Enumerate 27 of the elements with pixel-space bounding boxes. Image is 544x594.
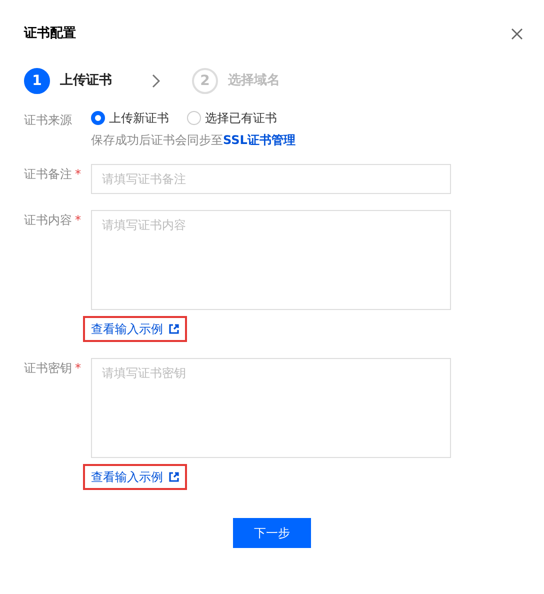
- step-label: 上传证书: [60, 73, 112, 89]
- radio-button[interactable]: [91, 111, 105, 125]
- text-area[interactable]: 请填写证书密钥: [91, 358, 451, 458]
- field-label: 证书内容 *: [24, 212, 82, 229]
- example-link[interactable]: 查看输入示例: [83, 316, 187, 342]
- example-link[interactable]: 查看输入示例: [83, 464, 187, 490]
- external-link-icon: [169, 324, 179, 334]
- field-label: 证书来源: [24, 112, 73, 129]
- ssl-link[interactable]: SSL证书管理: [223, 133, 296, 147]
- required-mark: *: [75, 213, 81, 227]
- external-link-icon: [169, 472, 179, 482]
- close-icon[interactable]: [511, 28, 523, 40]
- required-mark: *: [75, 167, 81, 181]
- hint-text: 保存成功后证书会同步至: [91, 133, 223, 147]
- field-label: 证书密钥 *: [24, 360, 82, 377]
- step-number: 1: [24, 68, 50, 94]
- next-button[interactable]: 下一步: [233, 518, 311, 548]
- radio-label[interactable]: 上传新证书: [109, 110, 169, 126]
- text-area[interactable]: 请填写证书内容: [91, 210, 451, 310]
- chevron-right-icon: [152, 74, 160, 88]
- radio-label[interactable]: 选择已有证书: [205, 110, 277, 126]
- dialog-title: 证书配置: [24, 26, 76, 42]
- step-label: 选择域名: [228, 73, 280, 89]
- input-field[interactable]: 请填写证书备注: [91, 164, 451, 194]
- step-number: 2: [192, 68, 218, 94]
- field-label: 证书备注 *: [24, 166, 82, 183]
- required-mark: *: [75, 361, 81, 375]
